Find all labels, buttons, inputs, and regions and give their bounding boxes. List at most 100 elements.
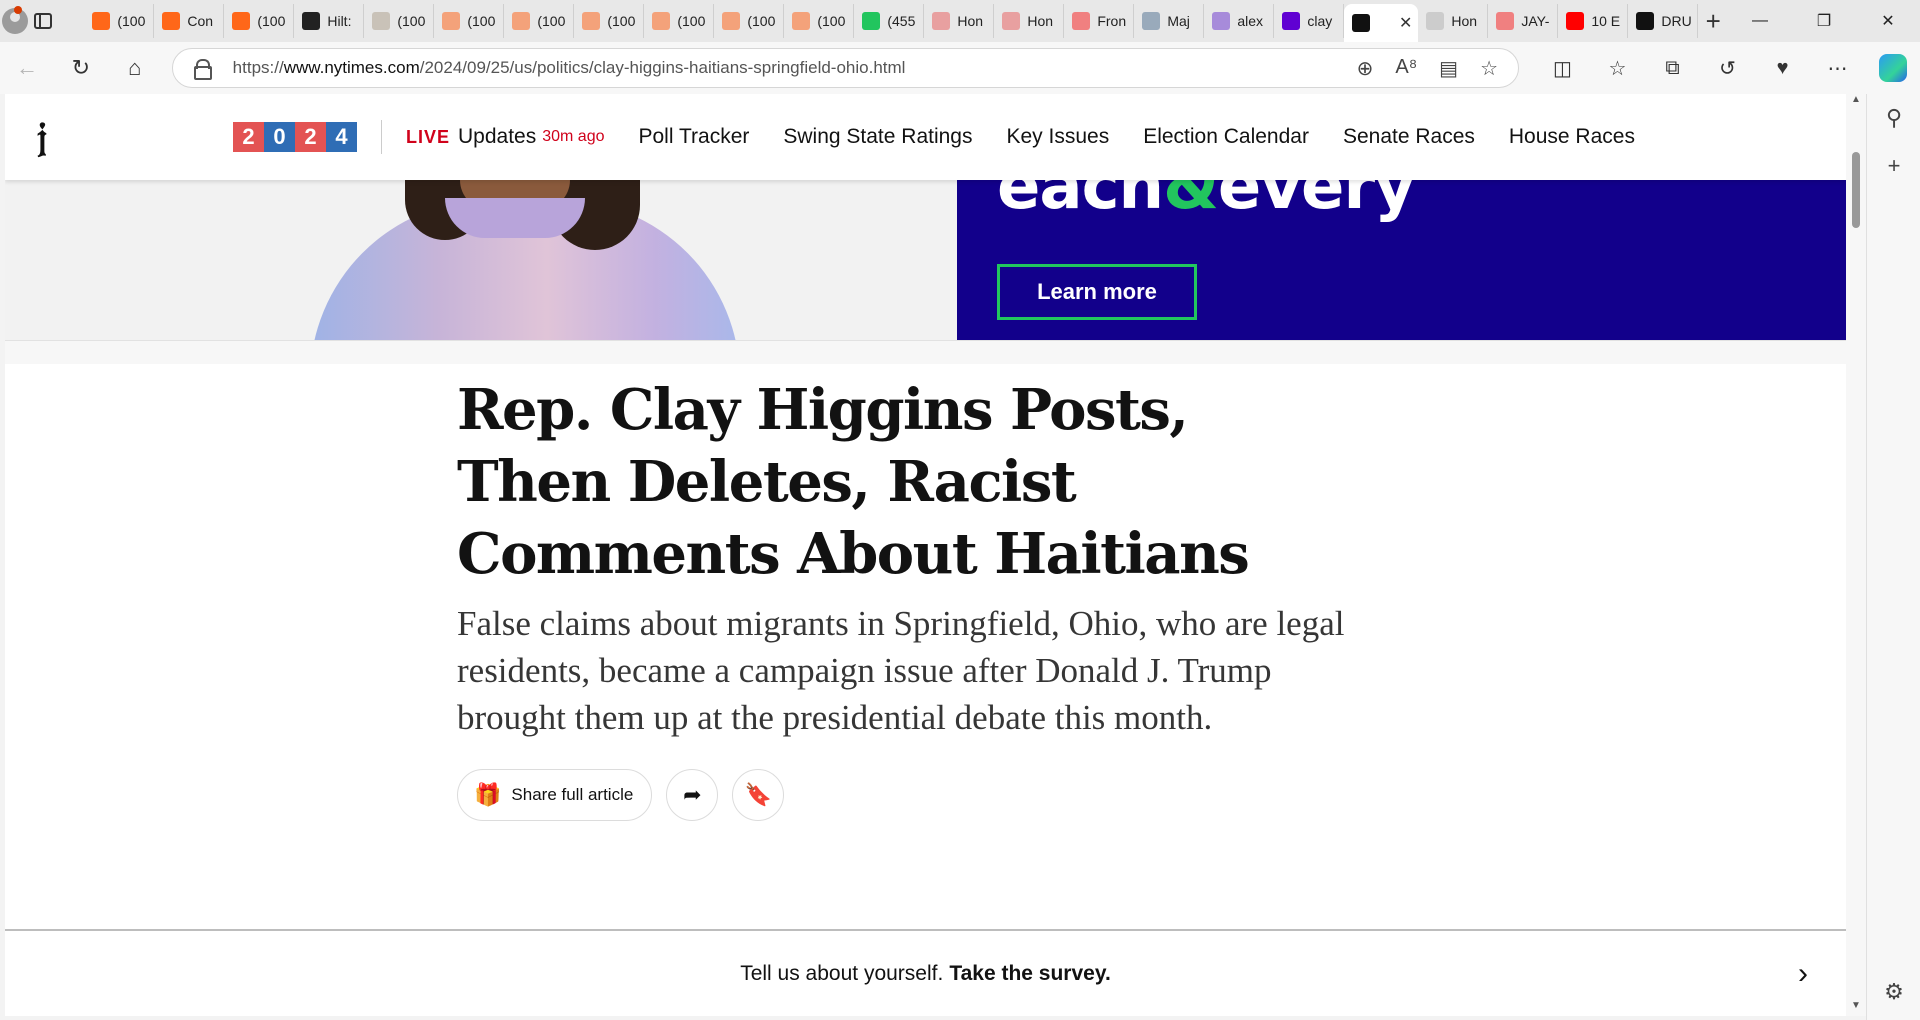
- letter-l-icon: [302, 12, 321, 30]
- nav-link-election-calendar[interactable]: Election Calendar: [1143, 125, 1309, 149]
- lock-icon: [193, 59, 212, 80]
- tab-label: (100: [397, 13, 426, 29]
- save-button[interactable]: 🔖: [732, 769, 785, 821]
- tab-label: Maj: [1167, 13, 1190, 29]
- article-header: Rep. Clay Higgins Posts, Then Deletes, R…: [457, 374, 1357, 821]
- survey-banner[interactable]: Tell us about yourself. Take the survey.…: [5, 929, 1846, 1016]
- updates-link[interactable]: Updates: [458, 125, 536, 149]
- browser-tab[interactable]: (100: [504, 4, 575, 38]
- nav-link-senate-races[interactable]: Senate Races: [1343, 125, 1475, 149]
- refresh-button[interactable]: ↻: [54, 48, 108, 88]
- advertisement-banner[interactable]: each&every Learn more: [5, 180, 1846, 340]
- tab-label: (100: [467, 13, 496, 29]
- url-host: www.nytimes.com: [283, 58, 420, 77]
- tab-label: alex: [1237, 13, 1264, 29]
- nav-link-key-issues[interactable]: Key Issues: [1006, 125, 1109, 149]
- substack-icon: [722, 12, 741, 30]
- browser-tab[interactable]: Maj: [1134, 4, 1205, 38]
- copilot-button[interactable]: [1865, 48, 1920, 88]
- share-arrow-icon: ➦: [683, 782, 702, 807]
- tab-label: Hon: [957, 13, 984, 29]
- share-button[interactable]: ➦: [666, 769, 719, 821]
- browser-tab[interactable]: JAY-: [1488, 4, 1559, 38]
- tab-label: (100: [817, 13, 846, 29]
- close-window-button[interactable]: ✕: [1856, 0, 1920, 42]
- browser-tab[interactable]: Fron: [1064, 4, 1135, 38]
- browser-tab[interactable]: Hon: [994, 4, 1065, 38]
- tab-label: Fron: [1097, 13, 1127, 29]
- tab-label: Hon: [1451, 13, 1478, 29]
- tab-actions-button[interactable]: [30, 0, 57, 42]
- browser-tab[interactable]: (100: [84, 4, 155, 38]
- browser-tab[interactable]: DRU: [1628, 4, 1699, 38]
- browser-tab[interactable]: alex: [1204, 4, 1275, 38]
- live-label[interactable]: LIVE: [406, 127, 450, 148]
- browser-tab[interactable]: (100: [644, 4, 715, 38]
- home-button[interactable]: ⌂: [108, 48, 162, 88]
- page-scrollbar[interactable]: ▲ ▼: [1846, 94, 1866, 1016]
- browser-tab[interactable]: (455: [854, 4, 925, 38]
- ad-panel: each&every Learn more: [957, 180, 1846, 340]
- browser-tab[interactable]: (100: [434, 4, 505, 38]
- ad-learn-more-button[interactable]: Learn more: [997, 264, 1197, 320]
- nav-link-poll-tracker[interactable]: Poll Tracker: [639, 125, 750, 149]
- chevron-right-icon[interactable]: ›: [1798, 957, 1808, 991]
- restore-button[interactable]: ❐: [1792, 0, 1856, 42]
- history-icon[interactable]: ↺: [1700, 48, 1755, 88]
- sidebar-search-icon[interactable]: ⚲: [1867, 94, 1920, 142]
- favorites-icon[interactable]: ☆: [1590, 48, 1645, 88]
- ad-spacer: [5, 340, 1846, 364]
- browser-tab[interactable]: (100: [364, 4, 435, 38]
- tab-label: Hilt:: [327, 13, 352, 29]
- browser-tab[interactable]: Hilt:: [294, 4, 365, 38]
- substack-icon: [92, 12, 111, 30]
- substack-icon: [442, 12, 461, 30]
- back-button[interactable]: ←: [0, 48, 54, 88]
- sidebar-add-icon[interactable]: +: [1867, 142, 1920, 190]
- browser-tab[interactable]: Hon: [924, 4, 995, 38]
- edge-sidebar: ⚲ + ⚙: [1866, 94, 1920, 1020]
- letter-g-icon: [862, 12, 881, 30]
- favorite-star-icon[interactable]: ☆: [1480, 56, 1498, 81]
- nyt-logo-icon[interactable]: 𝔧: [37, 117, 73, 157]
- youtube-icon: [1496, 12, 1515, 30]
- profile-button[interactable]: [0, 0, 30, 42]
- browser-tab[interactable]: clay: [1274, 4, 1345, 38]
- split-screen-icon[interactable]: ◫: [1535, 48, 1590, 88]
- minimize-button[interactable]: —: [1728, 0, 1792, 42]
- nav-link-house-races[interactable]: House Races: [1509, 125, 1635, 149]
- browser-tab[interactable]: 10 E: [1558, 4, 1629, 38]
- tab-label: (100: [537, 13, 566, 29]
- url-text[interactable]: https://www.nytimes.com/2024/09/25/us/po…: [233, 58, 906, 78]
- address-bar[interactable]: https://www.nytimes.com/2024/09/25/us/po…: [171, 48, 1519, 88]
- tab-label: JAY-: [1521, 13, 1550, 29]
- survey-cta[interactable]: Take the survey.: [949, 962, 1110, 986]
- more-menu-icon[interactable]: ⋯: [1810, 48, 1865, 88]
- scrollbar-thumb[interactable]: [1852, 152, 1860, 228]
- browser-tab[interactable]: ✕: [1344, 4, 1419, 42]
- election-2024-badge[interactable]: 2024: [233, 122, 357, 152]
- yahoo-icon: [1212, 12, 1231, 30]
- new-tab-button[interactable]: +: [1698, 4, 1728, 38]
- browser-tab[interactable]: Con: [154, 4, 225, 38]
- dr-icon: [1636, 12, 1655, 30]
- browser-tab[interactable]: (100: [574, 4, 645, 38]
- scroll-up-icon[interactable]: ▲: [1846, 94, 1866, 110]
- zoom-icon[interactable]: ⊕: [1357, 56, 1374, 81]
- bookmark-icon: 🔖: [744, 782, 772, 807]
- performance-icon[interactable]: ♥: [1755, 48, 1810, 88]
- browser-tab[interactable]: (100: [224, 4, 295, 38]
- browser-tab[interactable]: Hon: [1418, 4, 1489, 38]
- browser-tab[interactable]: (100: [784, 4, 855, 38]
- nav-link-swing-state-ratings[interactable]: Swing State Ratings: [783, 125, 972, 149]
- browser-tab[interactable]: (100: [714, 4, 785, 38]
- collections-icon[interactable]: ⧉: [1645, 48, 1700, 88]
- close-tab-icon[interactable]: ✕: [1399, 13, 1412, 33]
- immersive-reader-icon[interactable]: ▤: [1439, 56, 1458, 81]
- bird-icon: [1426, 12, 1445, 30]
- ad-brand-logo: each&every: [997, 180, 1416, 224]
- scroll-down-icon[interactable]: ▼: [1846, 1000, 1866, 1016]
- read-aloud-icon[interactable]: A⁸: [1395, 56, 1417, 81]
- share-full-article-button[interactable]: 🎁 Share full article: [457, 769, 653, 821]
- sidebar-settings-icon[interactable]: ⚙: [1867, 968, 1920, 1016]
